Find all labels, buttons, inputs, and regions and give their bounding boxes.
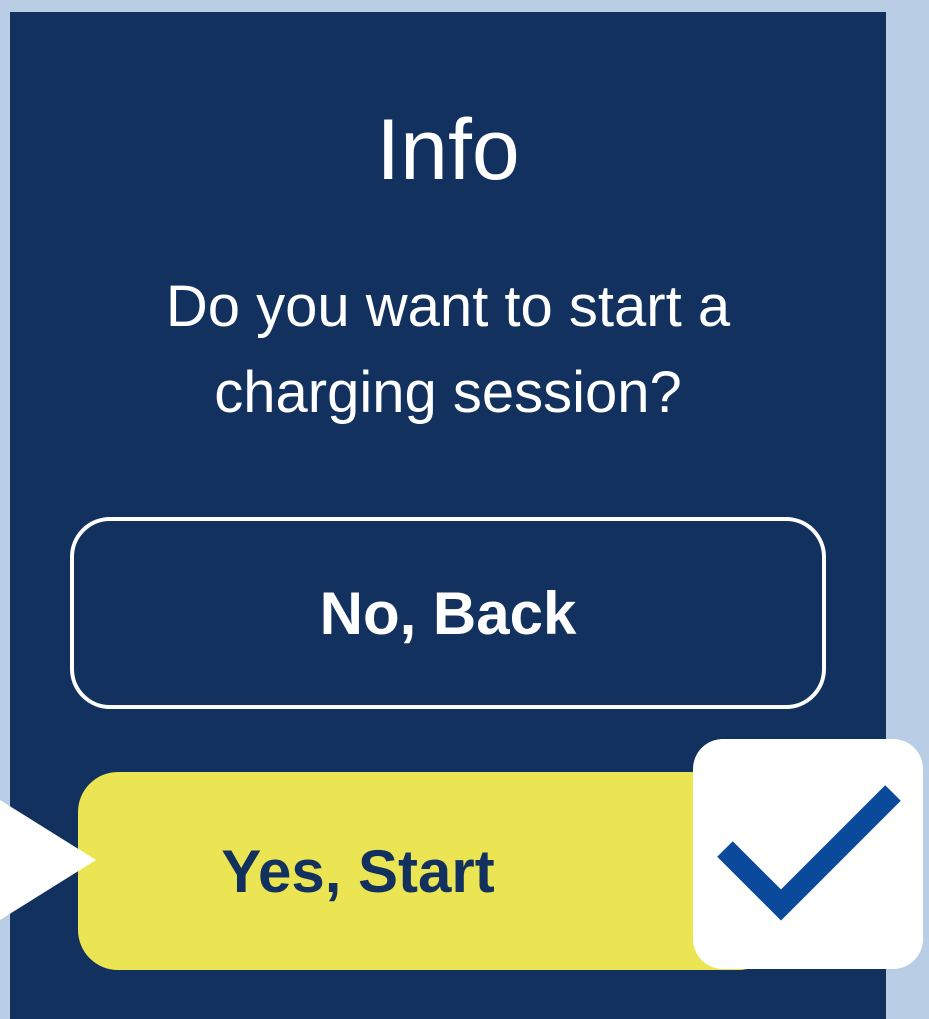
check-mark-svg [717, 785, 901, 921]
dialog-message: Do you want to start a charging session? [165, 274, 731, 425]
no-back-button[interactable]: No, Back [70, 517, 826, 709]
arrow-pointer-icon [0, 800, 96, 920]
check-icon [693, 739, 923, 969]
screen-frame: Info Do you want to start a charging ses… [0, 0, 929, 1019]
yes-start-button[interactable]: Yes, Start [78, 772, 778, 970]
dialog-title: Info [376, 102, 520, 198]
